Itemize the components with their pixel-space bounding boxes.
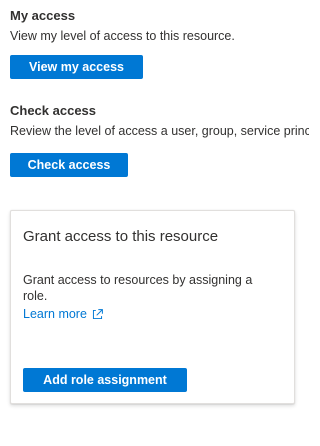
learn-more-label: Learn more bbox=[23, 307, 87, 321]
my-access-title: My access bbox=[10, 8, 76, 23]
check-access-description: Review the level of access a user, group… bbox=[10, 124, 309, 138]
my-access-section: My access View my level of access to thi… bbox=[10, 8, 309, 79]
check-access-button[interactable]: Check access bbox=[10, 153, 128, 177]
check-access-section: Check access Review the level of access … bbox=[10, 103, 309, 177]
grant-access-description: Grant access to resources by assigning a… bbox=[23, 273, 253, 303]
view-my-access-button[interactable]: View my access bbox=[10, 55, 143, 79]
check-access-title: Check access bbox=[10, 103, 97, 118]
my-access-description: View my level of access to this resource… bbox=[10, 29, 235, 43]
learn-more-link[interactable]: Learn more bbox=[23, 306, 104, 322]
grant-access-card: Grant access to this resource Grant acce… bbox=[10, 210, 295, 404]
grant-access-title: Grant access to this resource bbox=[23, 228, 219, 245]
external-link-icon bbox=[92, 308, 103, 319]
add-role-assignment-button[interactable]: Add role assignment bbox=[23, 368, 187, 392]
